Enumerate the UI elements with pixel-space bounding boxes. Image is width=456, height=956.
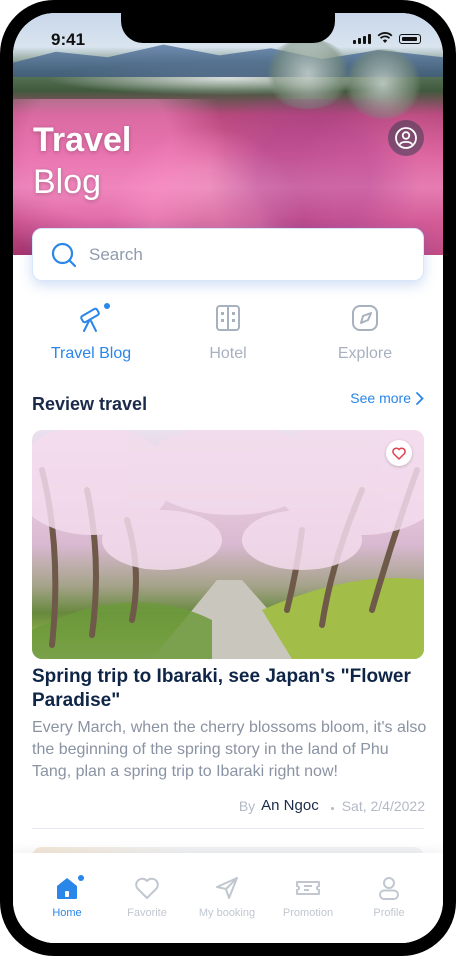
card-title[interactable]: Spring trip to Ibaraki, see Japan's "Flo… — [32, 665, 427, 713]
nav-profile[interactable]: Profile — [346, 875, 432, 919]
cherry-blossom-image — [32, 430, 424, 659]
nav-label: Profile — [373, 907, 405, 919]
nav-my-booking[interactable]: My booking — [184, 875, 270, 919]
section-title: Review travel — [32, 394, 148, 414]
compass-icon — [350, 303, 380, 337]
favorite-button[interactable] — [386, 440, 412, 466]
see-more-label: See more — [350, 390, 411, 406]
screen: 9:41 Travel Blog Search Travel Blog Hote… — [13, 13, 443, 943]
tab-label: Explore — [337, 345, 393, 362]
signal-icon — [353, 34, 371, 44]
card-image[interactable] — [32, 430, 424, 659]
nav-favorite[interactable]: Favorite — [104, 875, 190, 919]
page-title: Travel — [33, 121, 132, 159]
battery-icon — [399, 34, 421, 44]
tab-travel-blog[interactable]: Travel Blog — [26, 303, 156, 363]
divider — [32, 828, 424, 829]
card-description: Every March, when the cherry blossoms bl… — [32, 719, 427, 780]
search-input[interactable]: Search — [32, 228, 424, 281]
tab-explore[interactable]: Explore — [300, 303, 430, 363]
paper-plane-icon — [213, 875, 241, 903]
bottom-navigation: Home Favorite My booking Promotion Profi… — [13, 853, 443, 943]
status-time: 9:41 — [51, 30, 86, 49]
ticket-icon — [294, 875, 322, 903]
meta-separator — [330, 807, 334, 810]
category-tabs: Travel Blog Hotel Explore — [13, 303, 443, 373]
tab-hotel[interactable]: Hotel — [163, 303, 293, 363]
see-more-link[interactable]: See more — [350, 390, 425, 406]
tab-label: Travel Blog — [50, 345, 132, 362]
nav-label: Promotion — [282, 907, 334, 919]
heart-icon — [392, 447, 406, 460]
chevron-right-icon — [416, 392, 424, 405]
nav-label: Home — [52, 907, 82, 919]
person-icon — [375, 875, 403, 903]
phone-frame: 9:41 Travel Blog Search Travel Blog Hote… — [0, 0, 456, 956]
profile-button[interactable] — [388, 120, 424, 156]
home-icon — [53, 875, 84, 903]
heart-icon — [133, 875, 161, 903]
nav-promotion[interactable]: Promotion — [265, 875, 351, 919]
author-name[interactable]: An Ngoc — [261, 797, 319, 814]
tab-label: Hotel — [209, 345, 247, 362]
status-icons — [353, 32, 421, 44]
post-date: Sat, 2/4/2022 — [341, 797, 425, 814]
building-icon — [213, 303, 243, 337]
user-circle-icon — [395, 127, 417, 149]
page-subtitle: Blog — [33, 163, 102, 201]
by-label: By — [238, 797, 256, 814]
wifi-icon — [377, 32, 393, 43]
search-icon — [51, 242, 77, 267]
nav-label: My booking — [198, 907, 256, 919]
search-placeholder: Search — [89, 244, 143, 264]
card-meta: By An Ngoc Sat, 2/4/2022 — [239, 797, 425, 814]
status-bar: 9:41 — [13, 13, 443, 63]
telescope-icon — [74, 303, 110, 337]
nav-label: Favorite — [127, 907, 167, 919]
nav-home[interactable]: Home — [24, 875, 110, 919]
